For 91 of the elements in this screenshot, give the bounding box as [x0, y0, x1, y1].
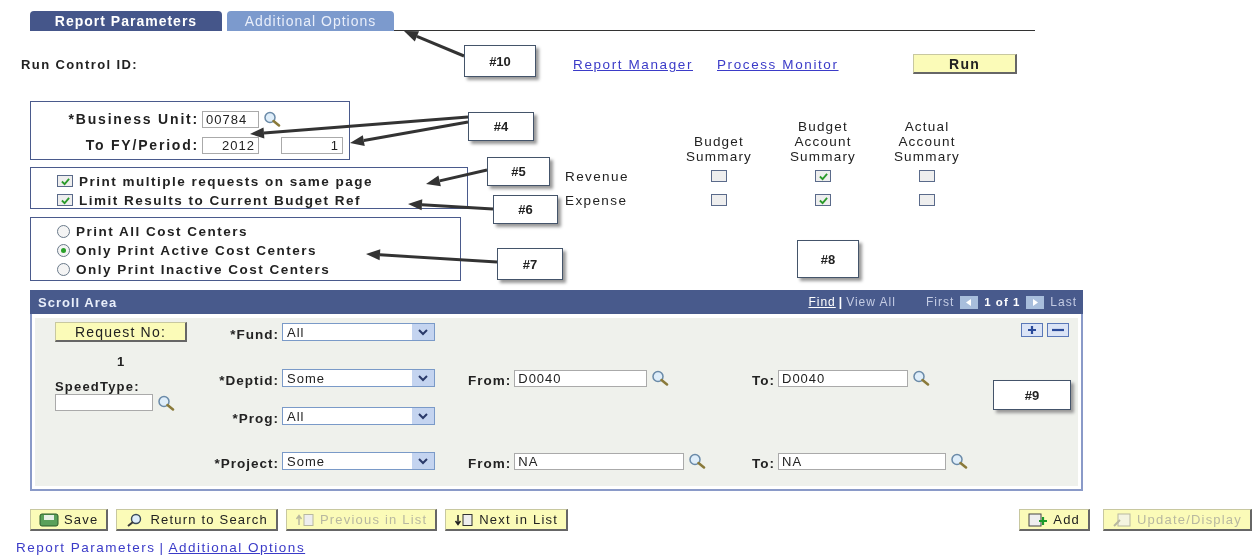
checkbox-label: Limit Results to Current Budget Ref — [79, 192, 361, 208]
run-button[interactable]: Run — [913, 54, 1017, 74]
checkbox[interactable] — [711, 194, 727, 206]
column-header: Budget Summary — [684, 134, 754, 164]
to-field[interactable]: D0040 — [778, 369, 908, 387]
tab[interactable]: Report Parameters — [30, 11, 222, 31]
next-icon[interactable] — [1026, 295, 1045, 309]
callout-label: #7 — [497, 248, 563, 280]
dropdown[interactable]: All — [282, 323, 435, 341]
radio-label: Print All Cost Centers — [76, 223, 249, 239]
checkbox-label: Print multiple requests on same page — [79, 173, 374, 189]
from-label: From: — [468, 372, 512, 388]
radio-button[interactable] — [57, 243, 70, 257]
to-field[interactable]: NA — [778, 452, 946, 470]
field-label: *Project: — [213, 455, 279, 471]
caret-icon[interactable] — [412, 370, 434, 386]
add-row-icon[interactable] — [1021, 323, 1043, 337]
search-icon[interactable] — [262, 111, 282, 127]
field-label: *Prog: — [231, 410, 279, 426]
dropdown[interactable]: Some — [282, 369, 435, 387]
callout-label: #10 — [464, 45, 536, 77]
from-field[interactable]: NA — [514, 452, 685, 470]
separator: | — [838, 295, 844, 309]
field-label: To FY/Period: — [84, 137, 199, 153]
callout-label: #4 — [468, 112, 534, 141]
checkbox[interactable] — [711, 170, 727, 182]
up-arrow-icon — [294, 512, 315, 527]
panel-title: Scroll Area — [38, 294, 118, 310]
separator: | — [159, 540, 165, 555]
delete-row-icon[interactable] — [1047, 323, 1069, 337]
caret-icon[interactable] — [412, 453, 434, 469]
search-icon[interactable] — [911, 370, 931, 386]
radio-button[interactable] — [57, 262, 70, 276]
radio-button[interactable] — [57, 224, 70, 238]
request-number-button[interactable]: Request No: — [55, 322, 187, 342]
caret-icon[interactable] — [412, 324, 434, 340]
radio-label: Only Print Inactive Cost Centers — [76, 261, 331, 277]
dropdown[interactable]: Some — [282, 452, 435, 470]
checkbox[interactable] — [919, 170, 935, 182]
view-all-link[interactable]: View All — [846, 295, 896, 309]
down-arrow-icon — [454, 512, 475, 527]
column-header: Actual Account Summary — [892, 119, 962, 164]
fiscal-year-field[interactable]: 2012 — [202, 136, 259, 154]
save-icon — [39, 512, 59, 527]
from-field[interactable]: D0040 — [514, 369, 648, 387]
checkbox[interactable] — [815, 194, 831, 206]
callout-label: #9 — [993, 380, 1071, 410]
callout-label: #5 — [487, 157, 550, 186]
search-icon[interactable] — [650, 370, 671, 386]
checkbox[interactable] — [57, 175, 73, 187]
page-link[interactable]: Additional Options — [168, 540, 306, 555]
toolbar-button[interactable]: Return to Search — [116, 509, 278, 531]
first-link[interactable]: First — [925, 295, 955, 309]
find-link[interactable]: Find — [808, 295, 836, 309]
column-header: Budget Account Summary — [788, 119, 858, 164]
search-icon[interactable] — [687, 453, 708, 469]
field-label: *Deptid: — [218, 372, 279, 388]
business-unit-field[interactable]: 00784 — [202, 110, 259, 128]
callout-label: #6 — [493, 195, 558, 224]
field-label: *Business Unit: — [67, 111, 199, 127]
header-link[interactable]: Process Monitor — [717, 56, 839, 72]
period-field[interactable]: 1 — [281, 136, 343, 154]
speedtype-field[interactable] — [55, 394, 153, 411]
search-icon[interactable] — [156, 394, 176, 411]
last-link[interactable]: Last — [1050, 295, 1077, 309]
header-link[interactable]: Report Manager — [573, 56, 693, 72]
checkbox[interactable] — [919, 194, 935, 206]
add-icon — [1028, 512, 1049, 527]
toolbar-button[interactable]: Next in List — [445, 509, 568, 531]
checkbox[interactable] — [815, 170, 831, 182]
from-label: From: — [468, 455, 512, 471]
request-number: 1 — [117, 354, 127, 369]
page-link[interactable]: Report Parameters — [16, 540, 156, 555]
callout-label: #8 — [797, 240, 859, 278]
previous-icon[interactable] — [960, 295, 979, 309]
run-control-label: Run Control ID: — [21, 56, 139, 72]
caret-icon[interactable] — [412, 408, 434, 424]
row-label: Revenue — [565, 168, 630, 184]
radio-label: Only Print Active Cost Centers — [76, 242, 318, 258]
toolbar-button[interactable]: Add — [1019, 509, 1091, 531]
to-label: To: — [752, 372, 775, 388]
checkbox[interactable] — [57, 194, 73, 206]
speedtype-label: SpeedType: — [55, 379, 140, 394]
callout-arrow — [426, 168, 488, 187]
search-icon[interactable] — [949, 453, 969, 469]
dropdown[interactable]: All — [282, 407, 435, 425]
toolbar-button[interactable]: Save — [30, 509, 109, 531]
row-count: 1 of 1 — [984, 296, 1021, 308]
to-label: To: — [752, 455, 775, 471]
row-label: Expense — [565, 192, 629, 208]
field-label: *Fund: — [229, 326, 279, 342]
